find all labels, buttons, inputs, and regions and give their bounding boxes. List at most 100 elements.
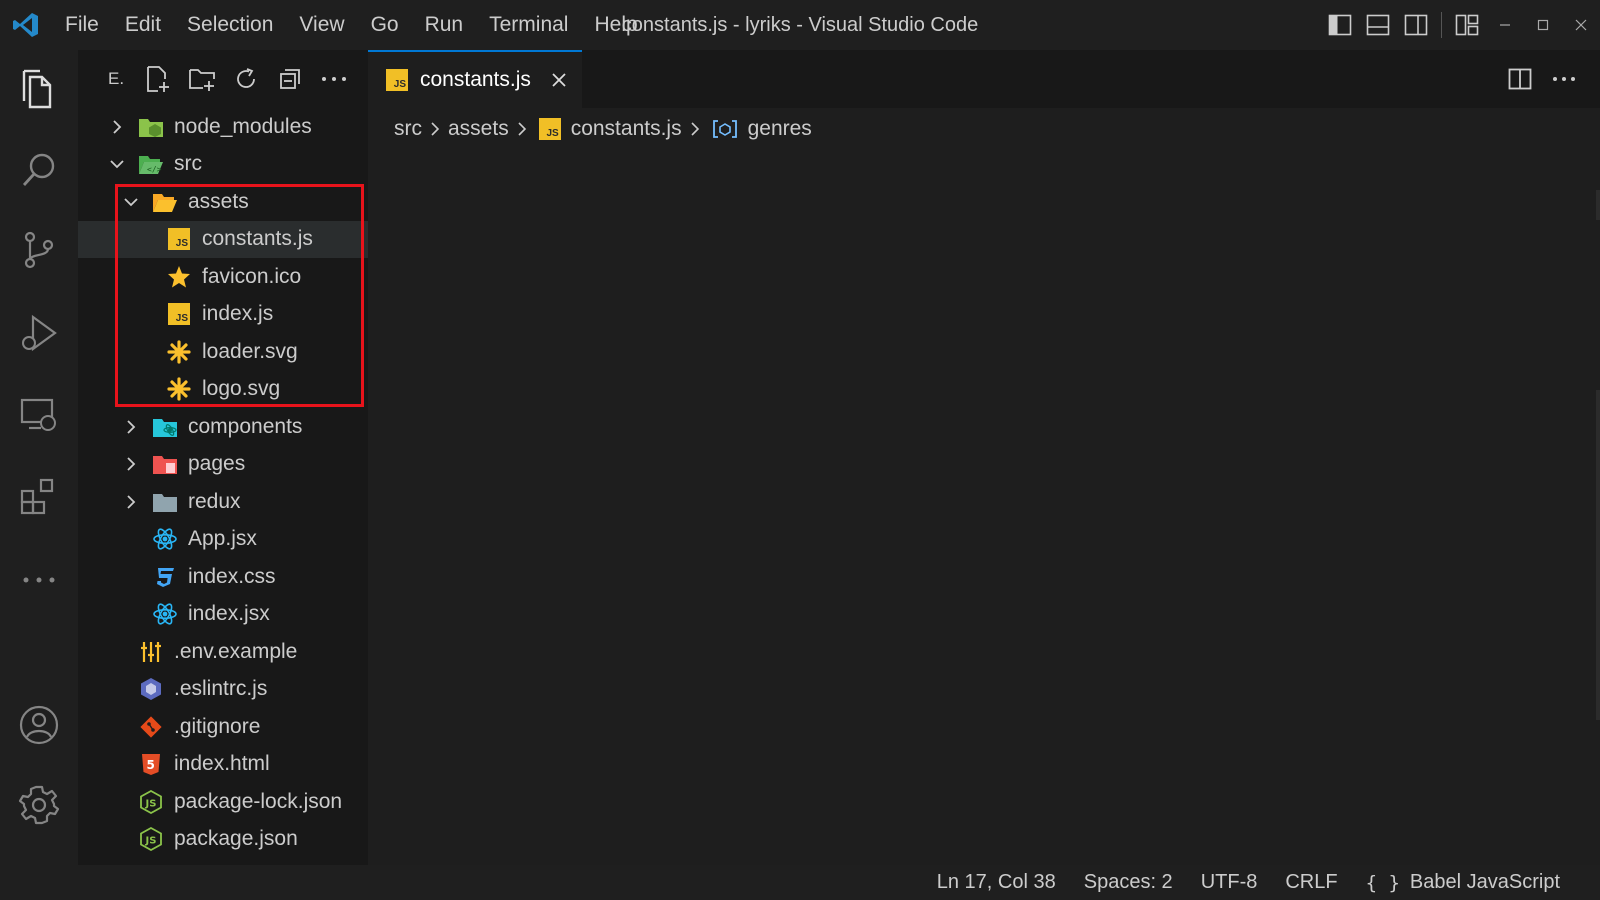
breadcrumb-item[interactable]: genres xyxy=(748,117,812,141)
tree-file-eslintrc[interactable]: .eslintrc.js xyxy=(78,671,368,709)
status-bar: Ln 17, Col 38 Spaces: 2 UTF-8 CRLF { } B… xyxy=(0,865,1600,900)
tree-folder-redux[interactable]: redux xyxy=(78,483,368,521)
tree-label: .eslintrc.js xyxy=(174,677,268,701)
tree-file-package-lock-json[interactable]: JS package-lock.json xyxy=(78,783,368,821)
run-and-debug-icon[interactable] xyxy=(0,298,78,368)
menu-help[interactable]: Help xyxy=(581,0,650,50)
html-file-icon: 5 xyxy=(138,751,164,777)
variable-symbol-icon xyxy=(712,119,738,139)
editor-area: JS constants.js src assets JS constants.… xyxy=(368,50,1600,865)
tree-file-env-example[interactable]: .env.example xyxy=(78,633,368,671)
settings-gear-icon[interactable] xyxy=(0,770,78,840)
tree-label: node_modules xyxy=(174,114,312,138)
svg-text:</>: </> xyxy=(147,165,162,174)
menu-view[interactable]: View xyxy=(286,0,357,50)
close-tab-icon[interactable] xyxy=(547,68,571,92)
svg-text:JS: JS xyxy=(145,798,157,809)
javascript-file-icon: JS xyxy=(538,118,561,140)
language-mode[interactable]: { } Babel JavaScript xyxy=(1366,871,1560,894)
customize-layout-icon[interactable] xyxy=(1448,0,1486,50)
breadcrumb-item[interactable]: constants.js xyxy=(571,117,682,141)
tree-file-index-css[interactable]: index.css xyxy=(78,558,368,596)
git-icon xyxy=(138,714,164,740)
tree-file-app-jsx[interactable]: App.jsx xyxy=(78,521,368,559)
javascript-file-icon: JS xyxy=(166,226,192,252)
menu-terminal[interactable]: Terminal xyxy=(476,0,581,50)
tab-constants-js[interactable]: JS constants.js xyxy=(368,50,582,108)
editor-more-actions-icon[interactable] xyxy=(1542,57,1586,101)
collapse-all-icon[interactable] xyxy=(268,59,312,99)
split-editor-icon[interactable] xyxy=(1498,57,1542,101)
close-window-icon[interactable] xyxy=(1562,0,1600,50)
accounts-icon[interactable] xyxy=(0,690,78,760)
source-control-icon[interactable] xyxy=(0,215,78,285)
line-ending[interactable]: CRLF xyxy=(1285,871,1337,894)
tree-folder-assets[interactable]: assets xyxy=(78,183,368,221)
tree-file-gitignore[interactable]: .gitignore xyxy=(78,708,368,746)
minimize-icon[interactable] xyxy=(1486,0,1524,50)
extensions-icon[interactable] xyxy=(0,462,78,532)
menu-selection[interactable]: Selection xyxy=(174,0,286,50)
encoding[interactable]: UTF-8 xyxy=(1201,871,1258,894)
pages-folder-icon xyxy=(152,451,178,477)
eslint-icon xyxy=(138,676,164,702)
scrollbar-thumb[interactable] xyxy=(1596,390,1600,720)
tree-file-index-js[interactable]: JS index.js xyxy=(78,296,368,334)
svg-text:JS: JS xyxy=(145,836,157,847)
menu-run[interactable]: Run xyxy=(412,0,477,50)
remote-explorer-icon[interactable] xyxy=(0,380,78,450)
tree-label: src xyxy=(174,152,202,176)
tree-label: package-lock.json xyxy=(174,789,343,813)
chevron-down-icon xyxy=(120,191,142,213)
explorer-icon[interactable] xyxy=(0,55,78,125)
chevron-down-icon xyxy=(106,153,128,175)
breadcrumb: src assets JS constants.js genres xyxy=(368,108,1600,150)
tree-folder-node-modules[interactable]: node_modules xyxy=(78,108,368,146)
tree-folder-components[interactable]: components xyxy=(78,408,368,446)
file-tree: node_modules </> src assets JS constants… xyxy=(78,108,368,858)
tree-file-favicon[interactable]: favicon.ico xyxy=(78,258,368,296)
search-icon[interactable] xyxy=(0,135,78,205)
menu-bar: File Edit Selection View Go Run Terminal… xyxy=(52,0,651,50)
menu-go[interactable]: Go xyxy=(358,0,412,50)
tree-label: .gitignore xyxy=(174,714,261,738)
tree-file-index-html[interactable]: 5 index.html xyxy=(78,746,368,784)
star-icon xyxy=(166,264,192,290)
chevron-right-icon xyxy=(511,118,533,140)
more-icon[interactable] xyxy=(0,545,78,615)
tree-folder-src[interactable]: </> src xyxy=(78,146,368,184)
new-folder-icon[interactable] xyxy=(180,59,224,99)
tree-label: package.json xyxy=(174,827,298,851)
toggle-secondary-sidebar-icon[interactable] xyxy=(1397,0,1435,50)
refresh-icon[interactable] xyxy=(224,59,268,99)
scrollbar-track[interactable] xyxy=(1596,190,1600,220)
more-actions-icon[interactable] xyxy=(312,59,356,99)
tree-folder-pages[interactable]: pages xyxy=(78,446,368,484)
tree-label: pages xyxy=(188,452,246,476)
indentation[interactable]: Spaces: 2 xyxy=(1084,871,1173,894)
tree-file-index-jsx[interactable]: index.jsx xyxy=(78,596,368,634)
cursor-position[interactable]: Ln 17, Col 38 xyxy=(937,871,1056,894)
toggle-panel-icon[interactable] xyxy=(1359,0,1397,50)
tree-file-constants-js[interactable]: JS constants.js xyxy=(78,220,368,258)
new-file-icon[interactable] xyxy=(136,59,180,99)
nodejs-icon: JS xyxy=(138,826,164,852)
src-folder-open-icon: </> xyxy=(138,151,164,177)
tree-file-logo-svg[interactable]: logo.svg xyxy=(78,371,368,409)
folder-icon xyxy=(152,489,178,515)
svg-file-icon xyxy=(166,339,192,365)
javascript-file-icon: JS xyxy=(386,69,408,91)
tree-file-package-json[interactable]: JS package.json xyxy=(78,821,368,859)
maximize-icon[interactable] xyxy=(1524,0,1562,50)
menu-edit[interactable]: Edit xyxy=(112,0,174,50)
breadcrumb-item[interactable]: src xyxy=(394,117,422,141)
toggle-primary-sidebar-icon[interactable] xyxy=(1321,0,1359,50)
tree-file-loader-svg[interactable]: loader.svg xyxy=(78,333,368,371)
react-icon xyxy=(152,601,178,627)
svg-text:5: 5 xyxy=(147,758,155,772)
chevron-right-icon xyxy=(120,453,142,475)
chevron-right-icon xyxy=(684,118,706,140)
menu-file[interactable]: File xyxy=(52,0,112,50)
breadcrumb-item[interactable]: assets xyxy=(448,117,509,141)
nodejs-icon: JS xyxy=(138,789,164,815)
